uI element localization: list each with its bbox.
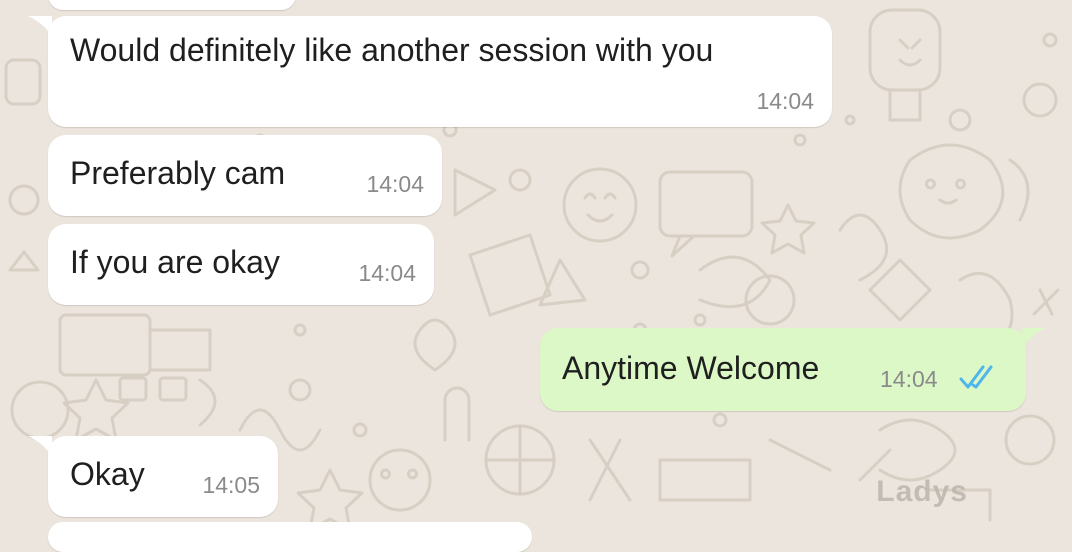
- message-bubble-outgoing[interactable]: Anytime Welcome 14:04: [540, 328, 1026, 411]
- message-text: Would definitely like another session wi…: [70, 32, 714, 68]
- message-text: Anytime Welcome: [562, 350, 820, 386]
- message-bubble-incoming[interactable]: Preferably cam 14:04: [48, 135, 442, 216]
- message-bubble-incoming[interactable]: [48, 522, 532, 552]
- message-text: Preferably cam: [70, 155, 286, 191]
- message-timestamp: 14:04: [366, 171, 424, 197]
- message-text: Okay: [70, 456, 145, 492]
- message-timestamp: 14:05: [202, 472, 260, 498]
- double-check-icon: [959, 365, 993, 389]
- message-text: If you are okay: [70, 244, 280, 280]
- message-timestamp: 14:04: [358, 260, 416, 286]
- message-timestamp: 14:04: [880, 366, 938, 392]
- message-bubble-incoming[interactable]: Okay 14:05: [48, 436, 278, 517]
- message-timestamp: 14:04: [756, 88, 814, 114]
- message-bubble-incoming[interactable]: [48, 0, 296, 10]
- message-bubble-incoming[interactable]: If you are okay 14:04: [48, 224, 434, 305]
- watermark-text: Ladys: [876, 475, 968, 508]
- message-bubble-incoming[interactable]: Would definitely like another session wi…: [48, 16, 832, 127]
